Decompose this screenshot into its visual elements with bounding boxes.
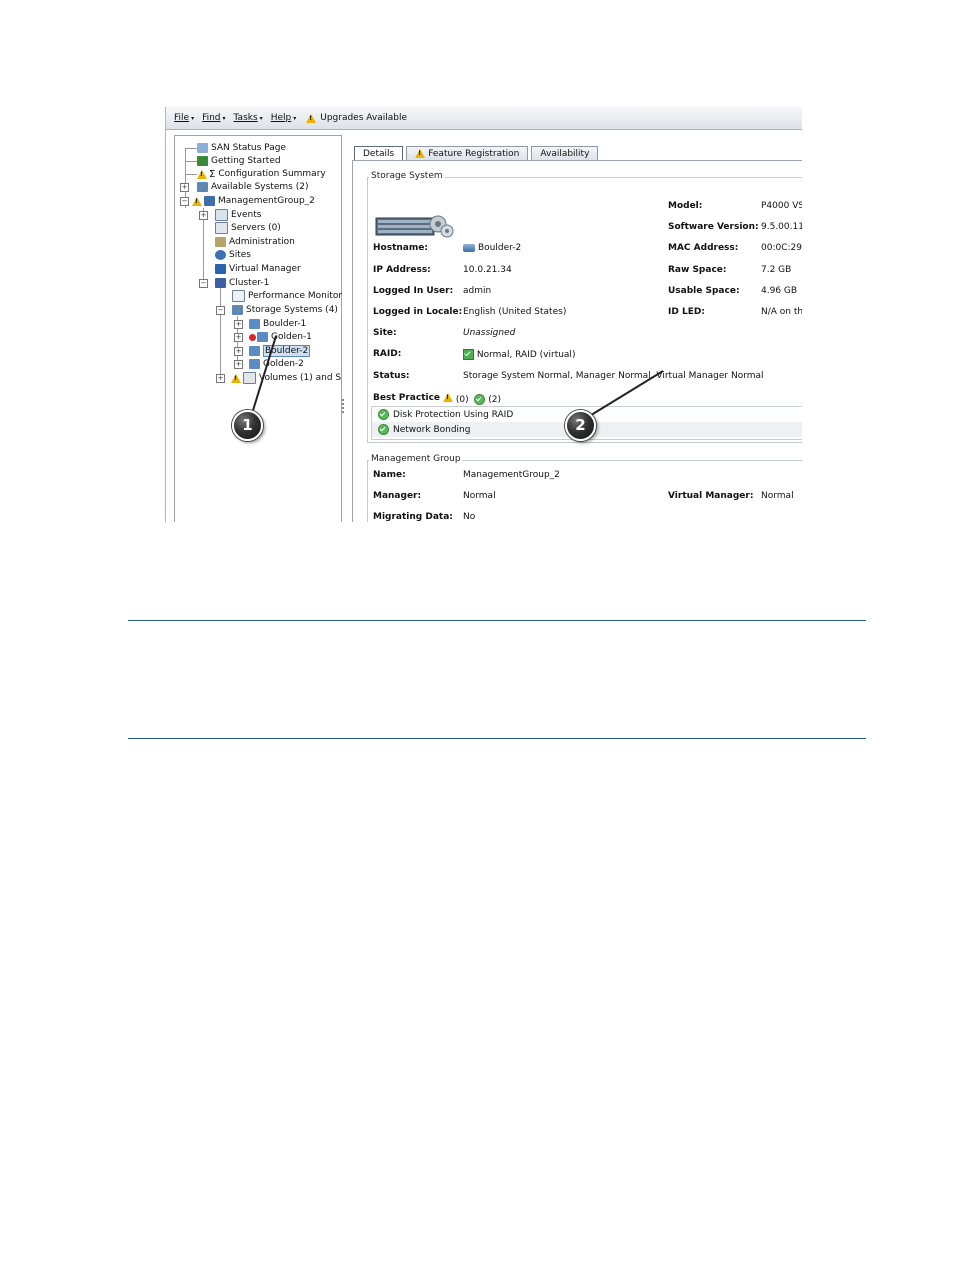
section-rule-bottom xyxy=(128,738,866,739)
section-rule-top xyxy=(128,620,866,621)
callout-2: 2 xyxy=(565,410,596,441)
callout-2-leader xyxy=(582,370,664,421)
callout-leaders xyxy=(249,335,664,421)
callout-1-leader xyxy=(249,335,277,421)
callout-1: 1 xyxy=(232,410,263,441)
